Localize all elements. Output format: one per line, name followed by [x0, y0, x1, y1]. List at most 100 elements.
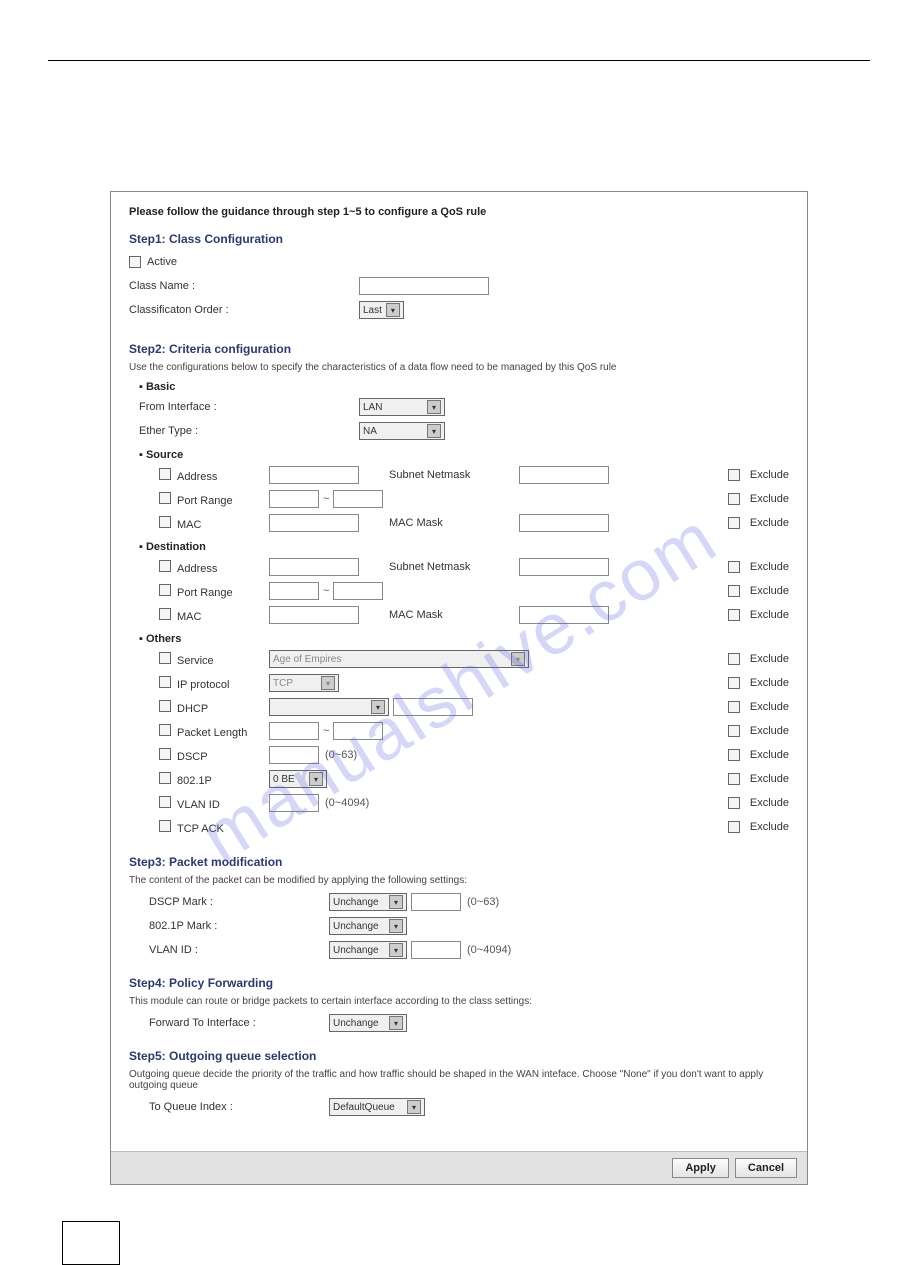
src-address-exclude-checkbox[interactable] [728, 469, 740, 481]
toqueue-value: DefaultQueue [333, 1102, 395, 1113]
8021p-checkbox[interactable] [159, 772, 171, 784]
order-select-value: Last [363, 305, 382, 316]
src-address-input[interactable] [269, 466, 359, 484]
dst-port-from[interactable] [269, 582, 319, 600]
dscpmark-select[interactable]: Unchange ▾ [329, 893, 407, 911]
step4-title: Step4: Policy Forwarding [129, 976, 789, 990]
src-subnet-label: Subnet Netmask [389, 469, 519, 481]
dhcp-exclude-checkbox[interactable] [728, 701, 740, 713]
step2-title: Step2: Criteria configuration [129, 342, 789, 356]
dst-mac-checkbox[interactable] [159, 608, 171, 620]
tcpack-checkbox[interactable] [159, 820, 171, 832]
8021p-select[interactable]: 0 BE ▾ [269, 770, 327, 788]
active-checkbox[interactable] [129, 256, 141, 268]
src-subnet-input[interactable] [519, 466, 609, 484]
dhcp-checkbox[interactable] [159, 700, 171, 712]
dst-macmask-input[interactable] [519, 606, 609, 624]
ethertype-label: Ether Type : [129, 425, 359, 437]
8021p-exclude-checkbox[interactable] [728, 773, 740, 785]
service-exclude-checkbox[interactable] [728, 653, 740, 665]
vlanid-range: (0~4094) [325, 797, 369, 809]
dst-port-to[interactable] [333, 582, 383, 600]
src-portrange-checkbox[interactable] [159, 492, 171, 504]
ipprotocol-exclude-checkbox[interactable] [728, 677, 740, 689]
dst-address-checkbox[interactable] [159, 560, 171, 572]
dhcp-input[interactable] [393, 698, 473, 716]
dst-mac-input[interactable] [269, 606, 359, 624]
dst-address-input[interactable] [269, 558, 359, 576]
page-number-box [62, 1221, 120, 1265]
src-macmask-input[interactable] [519, 514, 609, 532]
destination-subhead: ▪ Destination [139, 541, 789, 553]
dhcp-label: DHCP [177, 703, 208, 715]
forwardto-select[interactable]: Unchange ▾ [329, 1014, 407, 1032]
src-port-from[interactable] [269, 490, 319, 508]
classname-label: Class Name : [129, 280, 359, 292]
dscp-exclude-checkbox[interactable] [728, 749, 740, 761]
order-label: Classificaton Order : [129, 304, 359, 316]
src-port-to[interactable] [333, 490, 383, 508]
step1-title: Step1: Class Configuration [129, 232, 789, 246]
vlanid-checkbox[interactable] [159, 796, 171, 808]
intro-text: Please follow the guidance through step … [129, 206, 789, 218]
classname-input[interactable] [359, 277, 489, 295]
forwardto-label: Forward To Interface : [129, 1017, 329, 1029]
packetlength-checkbox[interactable] [159, 724, 171, 736]
chevron-down-icon: ▾ [321, 676, 335, 690]
exclude-label: Exclude [750, 749, 789, 761]
exclude-label: Exclude [750, 797, 789, 809]
dscp-checkbox[interactable] [159, 748, 171, 760]
dst-portrange-checkbox[interactable] [159, 584, 171, 596]
src-mac-input[interactable] [269, 514, 359, 532]
cancel-button[interactable]: Cancel [735, 1158, 797, 1178]
dst-port-exclude-checkbox[interactable] [728, 585, 740, 597]
exclude-label: Exclude [750, 469, 789, 481]
8021p-value: 0 BE [273, 774, 295, 785]
dst-mac-exclude-checkbox[interactable] [728, 609, 740, 621]
dst-subnet-label: Subnet Netmask [389, 561, 519, 573]
service-checkbox[interactable] [159, 652, 171, 664]
toqueue-select[interactable]: DefaultQueue ▾ [329, 1098, 425, 1116]
dhcp-select[interactable]: ▾ [269, 698, 389, 716]
vlanid-exclude-checkbox[interactable] [728, 797, 740, 809]
ipprotocol-select[interactable]: TCP ▾ [269, 674, 339, 692]
ipprotocol-checkbox[interactable] [159, 676, 171, 688]
packetlength-exclude-checkbox[interactable] [728, 725, 740, 737]
8021pmark-value: Unchange [333, 921, 379, 932]
8021pmark-select[interactable]: Unchange ▾ [329, 917, 407, 935]
forwardto-value: Unchange [333, 1018, 379, 1029]
vlanidmark-range: (0~4094) [467, 944, 511, 956]
chevron-down-icon: ▾ [407, 1100, 421, 1114]
packetlength-to[interactable] [333, 722, 383, 740]
packetlength-label: Packet Length [177, 727, 247, 739]
dscp-input[interactable] [269, 746, 319, 764]
service-select[interactable]: Age of Empires ▾ [269, 650, 529, 668]
order-select[interactable]: Last ▾ [359, 301, 404, 319]
src-portrange-label: Port Range [177, 495, 233, 507]
packetlength-from[interactable] [269, 722, 319, 740]
src-mac-exclude-checkbox[interactable] [728, 517, 740, 529]
apply-button[interactable]: Apply [672, 1158, 729, 1178]
exclude-label: Exclude [750, 493, 789, 505]
vlanidmark-input[interactable] [411, 941, 461, 959]
frominterface-select[interactable]: LAN ▾ [359, 398, 445, 416]
tcpack-exclude-checkbox[interactable] [728, 821, 740, 833]
exclude-label: Exclude [750, 701, 789, 713]
dst-subnet-input[interactable] [519, 558, 609, 576]
chevron-down-icon: ▾ [427, 424, 441, 438]
src-port-exclude-checkbox[interactable] [728, 493, 740, 505]
exclude-label: Exclude [750, 517, 789, 529]
chevron-down-icon: ▾ [511, 652, 525, 666]
src-mac-checkbox[interactable] [159, 516, 171, 528]
tcpack-label: TCP ACK [177, 823, 224, 835]
vlanid-input[interactable] [269, 794, 319, 812]
src-address-checkbox[interactable] [159, 468, 171, 480]
dst-address-exclude-checkbox[interactable] [728, 561, 740, 573]
dst-mac-label: MAC [177, 611, 201, 623]
ethertype-select[interactable]: NA ▾ [359, 422, 445, 440]
vlanidmark-select[interactable]: Unchange ▾ [329, 941, 407, 959]
active-label: Active [147, 256, 177, 268]
dscpmark-input[interactable] [411, 893, 461, 911]
exclude-label: Exclude [750, 653, 789, 665]
src-macmask-label: MAC Mask [389, 517, 519, 529]
